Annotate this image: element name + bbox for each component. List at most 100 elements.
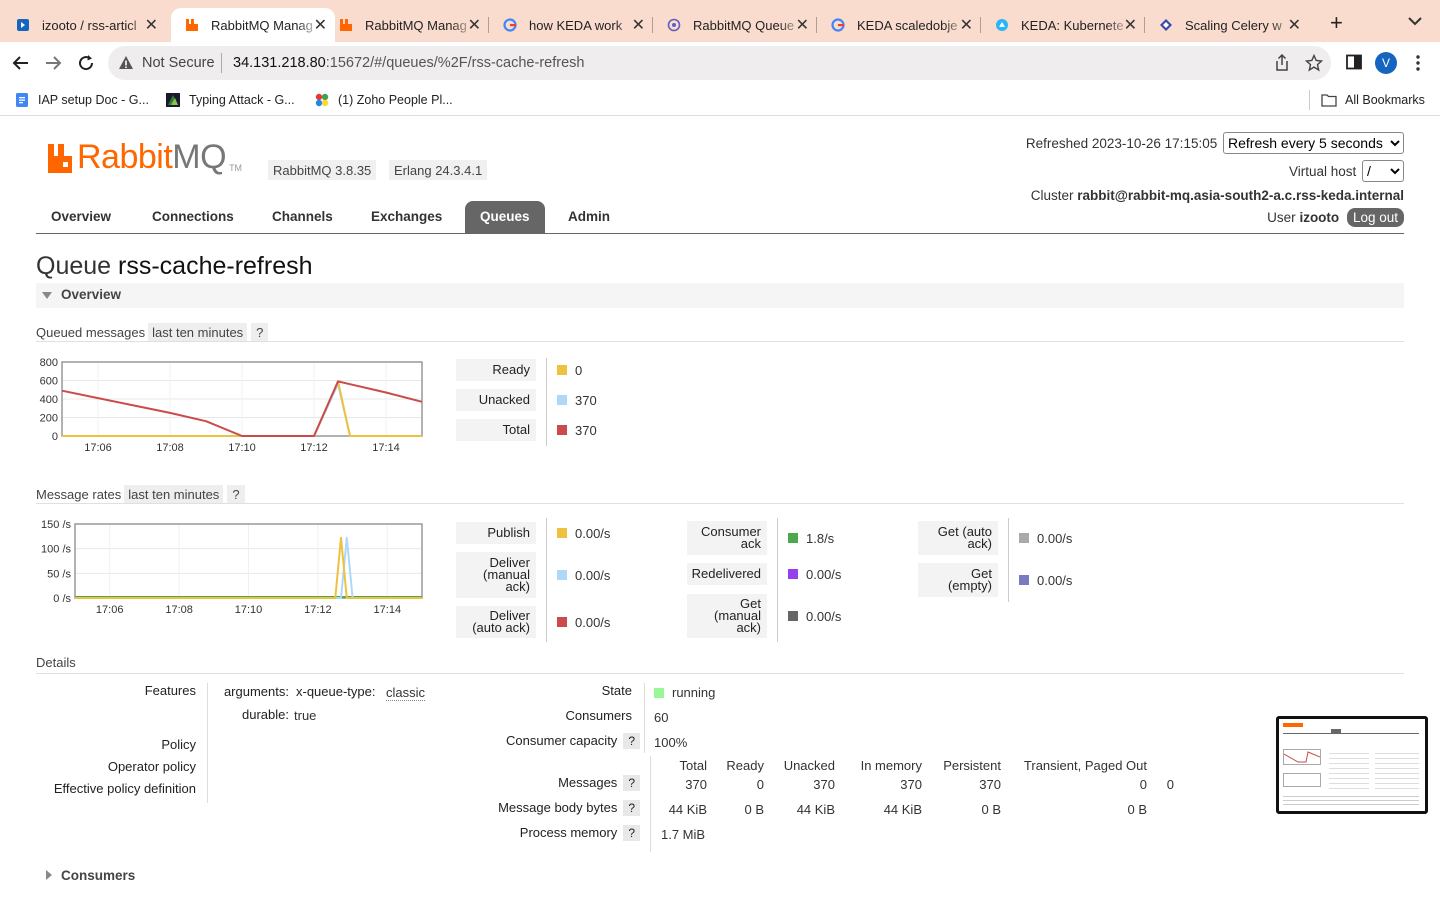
browser-tab[interactable]: how KEDA work ✕: [489, 8, 653, 42]
browser-tab[interactable]: KEDA scaledobje ✕: [817, 8, 981, 42]
overview-section-label: Overview: [61, 287, 122, 302]
google-icon: [503, 18, 517, 32]
table-header: Transient, Paged Out: [1023, 758, 1147, 773]
x-queue-type-value: classic: [386, 685, 426, 701]
not-secure-label[interactable]: Not Secure: [142, 55, 215, 71]
tab-search-icon[interactable]: [1408, 13, 1422, 31]
tab-close-icon[interactable]: ✕: [960, 15, 973, 35]
tab-close-icon[interactable]: ✕: [796, 15, 809, 35]
nav-exchanges[interactable]: Exchanges: [356, 201, 457, 233]
screenshot-thumbnail[interactable]: [1276, 716, 1428, 814]
legend-swatch: [1019, 533, 1029, 543]
url-text[interactable]: 34.131.218.80:15672/#/queues/%2F/rss-cac…: [233, 55, 584, 71]
durable-label: durable:: [242, 707, 289, 722]
browser-tab[interactable]: izooto / rss-articl ✕: [2, 8, 166, 42]
body-bytes-cell: 0 B: [1127, 802, 1147, 817]
rabbitmq-logo-icon: [48, 144, 72, 173]
rates-help-button[interactable]: ?: [227, 485, 245, 504]
x-tick-label: 17:10: [228, 442, 256, 454]
tab-title: KEDA scaledobje: [857, 17, 958, 33]
wordpress-icon: [17, 19, 29, 31]
reload-icon[interactable]: [75, 52, 97, 74]
tab-separator: [652, 17, 653, 33]
tab-separator: [816, 17, 817, 33]
browser-tab[interactable]: Scaling Celery w ✕: [1145, 8, 1309, 42]
nav-overview[interactable]: Overview: [36, 201, 126, 233]
bookmark-star-icon[interactable]: [1304, 53, 1324, 77]
refresh-interval-select[interactable]: Refresh every 5 seconds: [1223, 132, 1404, 154]
stat-value-text: 370: [575, 422, 597, 438]
operator-policy-label: Operator policy: [107, 759, 196, 774]
consumers-value: 60: [654, 710, 669, 725]
consumer-capacity-help[interactable]: ?: [623, 733, 640, 749]
nav-connections[interactable]: Connections: [137, 201, 249, 233]
browser-tab[interactable]: RabbitMQ Manag ✕: [171, 8, 335, 42]
nav-queues[interactable]: Queues: [465, 201, 545, 233]
page-title: Queue rss-cache-refresh: [36, 252, 313, 281]
process-memory-help[interactable]: ?: [623, 825, 640, 841]
tab-close-icon[interactable]: ✕: [145, 15, 158, 35]
address-divider: [221, 53, 222, 73]
x-tick-label: 17:08: [165, 604, 193, 616]
effective-policy-label: Effective policy definition: [53, 781, 196, 796]
bookmark-zoho-people[interactable]: (1) Zoho People Pl...: [314, 92, 453, 108]
rates-range-toggle[interactable]: last ten minutes: [124, 485, 224, 504]
browser-tab[interactable]: RabbitMQ Queue ✕: [653, 8, 817, 42]
x-tick-label: 17:12: [304, 604, 332, 616]
x-tick-label: 17:12: [300, 442, 328, 454]
warning-triangle-icon[interactable]: [118, 55, 134, 76]
forward-arrow-icon[interactable]: [42, 52, 64, 74]
bookmark-iap-setup[interactable]: IAP setup Doc - G...: [14, 92, 149, 108]
queued-range-toggle[interactable]: last ten minutes: [148, 323, 248, 342]
body-bytes-help[interactable]: ?: [623, 800, 640, 816]
profile-avatar[interactable]: V: [1375, 52, 1397, 74]
virtual-host-select[interactable]: /: [1362, 160, 1404, 182]
all-bookmarks-button[interactable]: All Bookmarks: [1321, 92, 1425, 108]
tab-close-icon[interactable]: ✕: [1124, 15, 1137, 35]
x-tick-label: 17:10: [235, 604, 263, 616]
share-icon[interactable]: [1274, 53, 1290, 77]
stat-value-text: 0.00/s: [575, 567, 611, 583]
keda-blue-icon: [996, 19, 1008, 31]
bookmark-label: Typing Attack - G...: [189, 93, 295, 107]
consumers-section-toggle[interactable]: Consumers: [36, 864, 1404, 889]
browser-tab[interactable]: RabbitMQ Manag ✕: [325, 8, 489, 42]
rabbitmq-logo[interactable]: RabbitMQ TM: [46, 140, 242, 174]
bookmark-typing-attack[interactable]: Typing Attack - G...: [165, 92, 295, 108]
tab-close-icon[interactable]: ✕: [632, 15, 645, 35]
refreshed-timestamp: Refreshed 2023-10-26 17:15:05: [1025, 136, 1218, 151]
messages-cell: 370: [900, 777, 922, 792]
side-panel-icon[interactable]: [1346, 54, 1362, 75]
all-bookmarks-label: All Bookmarks: [1345, 93, 1425, 107]
stat-value-text: 370: [575, 392, 597, 408]
logo-brand: Rabbit: [77, 138, 173, 176]
tab-close-icon[interactable]: ✕: [468, 15, 481, 35]
back-arrow-icon[interactable]: [10, 52, 32, 74]
url-host: 34.131.218.80: [233, 55, 326, 71]
new-tab-button[interactable]: +: [1330, 10, 1343, 36]
state-value: running: [654, 685, 715, 700]
tab-title: RabbitMQ Manag: [211, 17, 313, 33]
overview-section-toggle[interactable]: Overview: [36, 283, 1404, 308]
vhost-row: Virtual host /: [1289, 160, 1404, 182]
kebab-menu-icon[interactable]: [1416, 55, 1420, 76]
state-label: State: [601, 683, 632, 698]
stat-value: 1.8/s: [788, 521, 834, 555]
tab-close-icon[interactable]: ✕: [1288, 15, 1301, 35]
stat-value-text: 0.00/s: [1037, 572, 1073, 588]
nav-admin[interactable]: Admin: [553, 201, 625, 233]
legend-swatch: [788, 569, 798, 579]
details-divider: [207, 683, 208, 803]
consumer-capacity-value: 100%: [654, 735, 688, 750]
rabbitmq-icon: [186, 19, 198, 31]
y-tick-label: 150 /s: [41, 519, 71, 531]
browser-tab[interactable]: KEDA: Kubernete ✕: [981, 8, 1145, 42]
y-tick-label: 0 /s: [53, 593, 71, 605]
messages-help[interactable]: ?: [623, 775, 640, 791]
queued-help-button[interactable]: ?: [251, 323, 269, 342]
stat-label: Consumer ack: [687, 521, 767, 555]
main-nav: Overview Connections Channels Exchanges …: [36, 201, 1404, 234]
queued-messages-heading: Queued messages last ten minutes ?: [36, 323, 269, 342]
nav-channels[interactable]: Channels: [257, 201, 348, 233]
durable-value: true: [294, 708, 317, 723]
